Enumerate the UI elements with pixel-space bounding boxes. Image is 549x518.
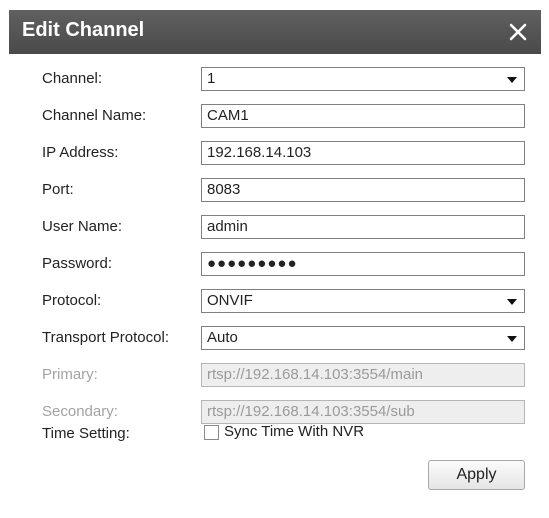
channel-select-value: 1 xyxy=(207,70,216,87)
sync-time-checkbox[interactable] xyxy=(204,425,219,440)
edit-channel-dialog: Edit Channel Channel: 1 Channel Name: CA… xyxy=(0,0,549,518)
channel-label: Channel: xyxy=(42,70,103,87)
port-label: Port: xyxy=(42,181,74,198)
channel-name-label: Channel Name: xyxy=(42,107,147,124)
apply-button[interactable]: Apply xyxy=(428,460,525,490)
secondary-label: Secondary: xyxy=(42,403,118,420)
close-icon[interactable] xyxy=(507,21,529,43)
primary-stream-input: rtsp://192.168.14.103:3554/main xyxy=(201,363,525,387)
password-input[interactable]: ●●●●●●●●● xyxy=(201,252,525,276)
channel-select[interactable]: 1 xyxy=(201,67,525,91)
user-name-label: User Name: xyxy=(42,218,123,235)
secondary-stream-input: rtsp://192.168.14.103:3554/sub xyxy=(201,400,525,424)
chevron-down-icon xyxy=(507,299,517,305)
password-mask: ●●●●●●●●● xyxy=(207,255,298,272)
sync-time-label[interactable]: Sync Time With NVR xyxy=(224,423,364,440)
time-setting-label: Time Setting: xyxy=(42,425,130,442)
transport-protocol-select-value: Auto xyxy=(207,329,238,346)
primary-label: Primary: xyxy=(42,366,98,383)
protocol-select-value: ONVIF xyxy=(207,292,253,309)
dialog-titlebar: Edit Channel xyxy=(9,10,541,54)
port-input[interactable]: 8083 xyxy=(201,178,525,202)
transport-protocol-label: Transport Protocol: xyxy=(42,329,169,346)
ip-address-input[interactable]: 192.168.14.103 xyxy=(201,141,525,165)
channel-name-input[interactable]: CAM1 xyxy=(201,104,525,128)
password-label: Password: xyxy=(42,255,113,272)
chevron-down-icon xyxy=(507,77,517,83)
dialog-title: Edit Channel xyxy=(22,19,145,41)
protocol-select[interactable]: ONVIF xyxy=(201,289,525,313)
protocol-label: Protocol: xyxy=(42,292,102,309)
user-name-input[interactable]: admin xyxy=(201,215,525,239)
chevron-down-icon xyxy=(507,336,517,342)
ip-address-label: IP Address: xyxy=(42,144,119,161)
transport-protocol-select[interactable]: Auto xyxy=(201,326,525,350)
